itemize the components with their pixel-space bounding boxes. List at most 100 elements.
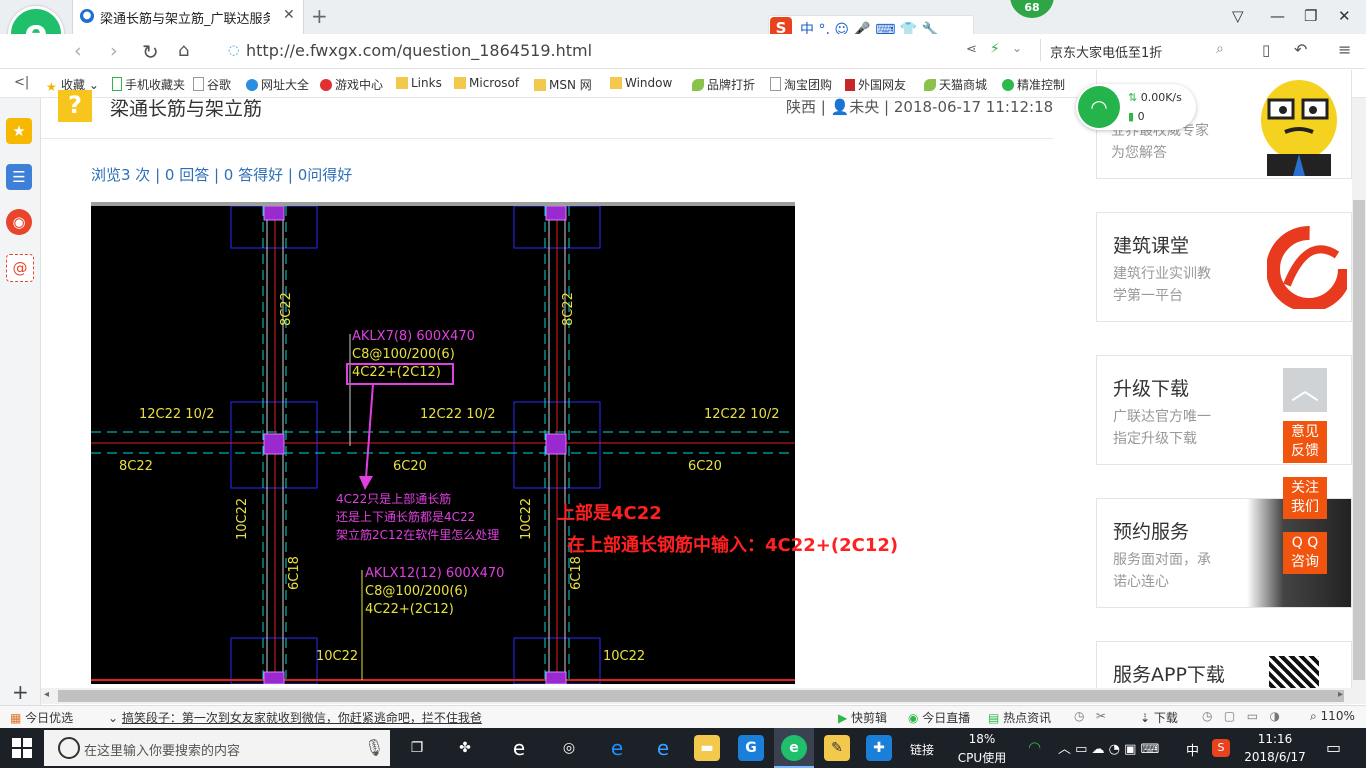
ie-icon[interactable]: e <box>650 735 676 761</box>
file-explorer-icon[interactable]: ▬ <box>694 735 720 761</box>
feedback-button[interactable]: 意见 反馈 <box>1283 421 1327 463</box>
system-tray-icons[interactable]: ︿ ▭ ☁ ◔ ▣ ⌨ <box>1058 738 1159 757</box>
cad-label: 10C22 <box>603 649 646 664</box>
green-browser-icon[interactable]: e <box>781 735 807 761</box>
bookmark-item[interactable]: 谷歌 <box>193 76 231 93</box>
share-icon[interactable]: ⋖ <box>966 42 977 57</box>
bookmarks-collapse-icon[interactable]: <| <box>14 75 29 90</box>
bookmark-item[interactable]: 淘宝团购 <box>770 76 832 93</box>
cad-label: 8C22 <box>561 292 576 326</box>
plus-app-icon[interactable]: ✚ <box>866 735 892 761</box>
spiral-app-icon[interactable]: ◎ <box>556 735 582 761</box>
new-tab-icon[interactable]: + <box>311 4 328 28</box>
cad-label: 6C18 <box>287 556 302 590</box>
mail-icon[interactable]: @ <box>6 254 34 282</box>
bookmark-item[interactable]: MSN 网 <box>534 76 592 93</box>
ime-indicator[interactable]: 中 <box>1186 740 1199 759</box>
play-icon: ◉ <box>908 711 923 725</box>
pinwheel-app-icon[interactable]: ✤ <box>452 735 478 761</box>
status-more-icons[interactable]: ◷ ▢ ▭ ◑ <box>1202 709 1280 723</box>
sidebar-add-icon[interactable]: + <box>12 680 29 704</box>
scroll-left-icon[interactable]: ◂ <box>44 689 49 700</box>
favorites-icon[interactable]: ★ <box>6 118 32 144</box>
zoom-level[interactable]: ⌕ 110% <box>1310 709 1355 724</box>
reading-list-icon[interactable]: ☰ <box>6 164 32 190</box>
e-browser-icon[interactable]: e <box>506 735 532 761</box>
notes-app-icon[interactable]: ✎ <box>824 735 850 761</box>
question-stats[interactable]: 浏览3 次 | 0 回答 | 0 答得好 | 0问得好 <box>91 164 352 185</box>
star-icon: ★ <box>46 80 57 94</box>
mobile-icon[interactable]: ▯ <box>1262 41 1270 59</box>
taskbar-link-label[interactable]: 链接 <box>910 741 934 758</box>
back-to-top-button[interactable]: ︿ <box>1283 368 1327 412</box>
hot-news-link[interactable]: ▤ 热点资讯 <box>988 709 1051 726</box>
today-picks[interactable]: ▦ 今日优选 <box>10 709 73 726</box>
page-icon <box>770 77 781 91</box>
weibo-icon[interactable]: ◉ <box>6 209 32 235</box>
horizontal-scrollbar-thumb[interactable] <box>58 690 1344 702</box>
minimize-icon[interactable]: — <box>1270 7 1285 25</box>
search-icon[interactable]: ⌕ <box>1216 41 1224 57</box>
bookmark-item[interactable]: 品牌打折 <box>692 76 755 93</box>
bookmark-item[interactable]: 网址大全 <box>246 76 309 93</box>
bookmark-item[interactable]: Window <box>610 76 672 90</box>
menu-icon[interactable]: ≡ <box>1338 40 1351 59</box>
cad-label: 8C22 <box>279 292 294 326</box>
restore-icon[interactable]: ❐ <box>1304 7 1317 25</box>
clock-date[interactable]: 2018/6/17 <box>1240 750 1310 764</box>
bookmark-item[interactable]: 天猫商城 <box>924 76 987 93</box>
forward-icon[interactable]: › <box>110 40 118 62</box>
kuaijian-link[interactable]: ▶ 快剪辑 <box>838 709 887 726</box>
wifi-tray-icon[interactable]: ◠ <box>1028 738 1041 756</box>
bookmark-item[interactable]: 手机收藏夹 <box>112 76 185 93</box>
follow-us-button[interactable]: 关注 我们 <box>1283 477 1327 519</box>
qq-consult-button[interactable]: Q Q 咨询 <box>1283 532 1327 574</box>
news-ticker[interactable]: ⌄ 搞笑段子：第一次到女友家就收到微信，你赶紧逃命吧，拦不住我爸 <box>108 709 482 726</box>
divider <box>41 138 1053 139</box>
course-card[interactable]: 建筑课堂 建筑行业实训教 学第一平台 <box>1096 212 1352 322</box>
windows-start-icon[interactable] <box>12 738 32 758</box>
home-icon[interactable]: ⌂ <box>178 40 189 61</box>
undo-icon[interactable]: ↶ <box>1294 40 1307 59</box>
sogou-tray-icon[interactable]: S <box>1212 739 1230 757</box>
network-count: ▮ 0 <box>1128 110 1145 123</box>
cad-beam2-stirrup: C8@100/200(6) <box>365 584 468 599</box>
microphone-icon[interactable]: 🎙 <box>364 738 384 757</box>
bookmark-item[interactable]: Microsof <box>454 76 519 90</box>
question-meta: 陕西 | 👤未央 | 2018-06-17 11:12:18 <box>786 98 1054 116</box>
window-close-icon[interactable]: ✕ <box>1338 7 1351 25</box>
secure-page-icon: ◌ <box>228 43 240 58</box>
search-input[interactable]: 京东大家电低至1折 <box>1050 42 1162 61</box>
cad-label: 10C22 <box>235 497 250 540</box>
bookmark-item[interactable]: 精准控制 <box>1002 76 1065 93</box>
task-view-icon[interactable]: ❐ <box>404 735 430 761</box>
cad-beam1-stirrup: C8@100/200(6) <box>352 347 455 362</box>
vertical-scrollbar-thumb[interactable] <box>1353 200 1365 680</box>
cad-label: 10C22 <box>316 649 359 664</box>
bookmark-item[interactable]: 游戏中心 <box>320 76 383 93</box>
live-link[interactable]: ◉ 今日直播 <box>908 709 970 726</box>
skin-icon[interactable]: ▽ <box>1232 7 1244 25</box>
scroll-right-icon[interactable]: ▸ <box>1338 689 1343 700</box>
card-subtitle: 服务面对面，承 诺心连心 <box>1113 552 1211 590</box>
refresh-icon[interactable]: ↻ <box>142 40 159 64</box>
bookmark-item[interactable]: Links <box>396 76 442 90</box>
edge-icon[interactable]: e <box>604 735 630 761</box>
taskbar-search-input[interactable]: 在这里输入你要搜索的内容 <box>84 740 240 759</box>
notification-center-icon[interactable]: ▭ <box>1326 738 1341 757</box>
cad-label: 6C18 <box>569 556 584 590</box>
wifi-icon: ◠ <box>1078 86 1120 128</box>
back-icon[interactable]: ‹ <box>74 40 82 62</box>
bookmark-item[interactable]: 外国网友 <box>845 76 906 93</box>
clock-time[interactable]: 11:16 <box>1240 732 1310 746</box>
status-tool-icons[interactable]: ◷ ✂ <box>1074 709 1106 723</box>
cad-label: 10C22 <box>519 497 534 540</box>
tab-close-icon[interactable]: ✕ <box>283 7 295 23</box>
g-app-icon[interactable]: G <box>738 735 764 761</box>
url-text[interactable]: http://e.fwxgx.com/question_1864519.html <box>246 41 592 60</box>
scissors-icon: ▶ <box>838 711 852 725</box>
bookmark-icon <box>845 79 855 91</box>
download-link[interactable]: ⇣ 下载 <box>1140 709 1178 726</box>
url-dropdown-icon[interactable]: ⌄ <box>1012 41 1022 55</box>
lightning-icon[interactable]: ⚡ <box>990 41 1000 57</box>
